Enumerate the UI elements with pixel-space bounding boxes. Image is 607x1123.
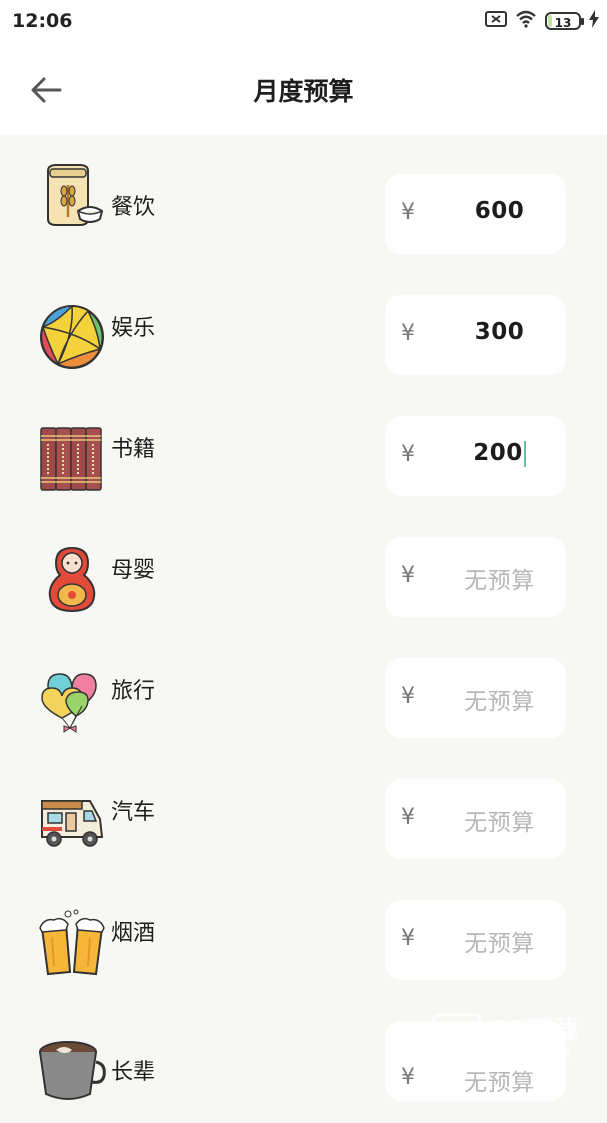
page-title: 月度预算 [253, 77, 354, 106]
budget-amount-value: 200 [473, 440, 523, 466]
watermark-subtitle: PP55.COM [492, 1046, 573, 1062]
category-label: 旅行 [111, 679, 156, 704]
budget-row-books: 书籍 ¥ 200 [0, 397, 607, 518]
battery-level: 13 [554, 16, 572, 30]
budget-input-dining[interactable]: ¥ 600 [385, 174, 566, 254]
currency-symbol: ¥ [401, 442, 415, 467]
currency-symbol: ¥ [401, 563, 415, 588]
budget-row-dining: 餐饮 ¥ 600 [0, 155, 607, 276]
category-label: 母婴 [111, 558, 156, 583]
battery-icon: 13 [545, 12, 584, 30]
watermark-badge: 55 [432, 1013, 482, 1063]
sim-x-icon [485, 10, 507, 32]
budget-row-entertainment: 娱乐 ¥ 300 [0, 276, 607, 397]
budget-row-maternity: 母婴 ¥ 无预算 [0, 518, 607, 639]
budget-input-entertainment[interactable]: ¥ 300 [385, 295, 566, 375]
currency-symbol: ¥ [401, 321, 415, 346]
budget-input-car[interactable]: ¥ 无预算 [385, 779, 566, 859]
category-label: 汽车 [111, 800, 156, 825]
budget-amount: 200 [433, 440, 566, 467]
budget-amount: 无预算 [464, 568, 535, 594]
budget-amount: 无预算 [464, 931, 535, 957]
beach-ball-icon [40, 305, 104, 369]
budget-amount: 300 [474, 319, 525, 345]
currency-symbol: ¥ [401, 684, 415, 709]
app-header: 月度预算 [0, 44, 607, 135]
status-icons: 13 [485, 10, 599, 32]
heart-balloons-icon [41, 673, 97, 733]
budget-input-alcohol[interactable]: ¥ 无预算 [385, 900, 566, 980]
nesting-doll-icon [48, 546, 96, 613]
category-label: 餐饮 [111, 195, 156, 220]
category-label: 书籍 [111, 437, 156, 462]
budget-input-maternity[interactable]: ¥ 无预算 [385, 537, 566, 617]
category-label: 烟酒 [111, 921, 156, 946]
budget-input-travel[interactable]: ¥ 无预算 [385, 658, 566, 738]
wifi-icon [515, 10, 537, 32]
watermark-title: 55下载 [490, 1016, 579, 1046]
budget-row-travel: 旅行 ¥ 无预算 [0, 639, 607, 760]
budget-row-car: 汽车 ¥ 无预算 [0, 760, 607, 881]
category-label: 娱乐 [111, 316, 156, 341]
currency-symbol: ¥ [401, 200, 415, 225]
battery-fill [548, 15, 552, 27]
watermark: 55 55下载 PP55.COM [432, 1010, 607, 1072]
budget-amount: 600 [474, 198, 525, 224]
beer-cheers-icon [39, 909, 105, 976]
text-caret [523, 440, 526, 467]
books-icon [40, 427, 102, 491]
camper-van-icon [41, 800, 104, 847]
status-time: 12:06 [12, 10, 73, 32]
grain-sack-icon [47, 164, 104, 226]
budget-row-alcohol: 烟酒 ¥ 无预算 [0, 881, 607, 1002]
budget-amount: 无预算 [464, 810, 535, 836]
currency-symbol: ¥ [401, 926, 415, 951]
charging-bolt-icon [589, 10, 599, 32]
status-bar: 12:06 13 [0, 0, 607, 44]
budget-amount: 无预算 [464, 689, 535, 715]
coffee-cup-icon [39, 1041, 106, 1100]
currency-symbol: ¥ [401, 1065, 415, 1090]
budget-input-books[interactable]: ¥ 200 [385, 416, 566, 496]
category-label: 长辈 [111, 1060, 156, 1085]
currency-symbol: ¥ [401, 805, 415, 830]
